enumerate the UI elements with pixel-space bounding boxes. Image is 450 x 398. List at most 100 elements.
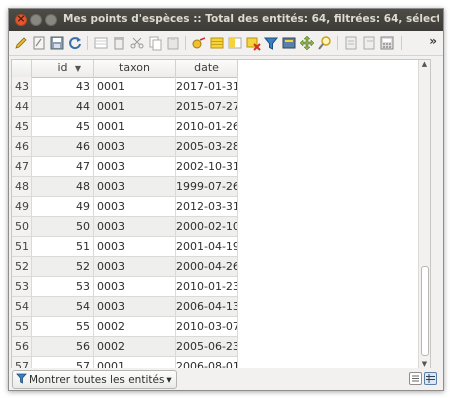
zoom-to-selection-icon[interactable]	[317, 35, 333, 51]
id-cell[interactable]: 50	[32, 217, 94, 237]
row-number-cell[interactable]: 55	[12, 317, 32, 337]
date-cell[interactable]: 2015-07-27	[176, 97, 238, 117]
delete-feature-icon[interactable]	[111, 35, 127, 51]
taxon-cell[interactable]: 0003	[94, 177, 176, 197]
date-cell[interactable]: 2000-02-10	[176, 217, 238, 237]
close-window-button[interactable]	[15, 12, 27, 26]
date-cell[interactable]: 2010-03-07	[176, 317, 238, 337]
row-number-cell[interactable]: 54	[12, 297, 32, 317]
row-number-cell[interactable]: 43	[12, 77, 32, 97]
id-cell[interactable]: 47	[32, 157, 94, 177]
date-cell[interactable]: 2005-06-23	[176, 337, 238, 357]
add-feature-icon[interactable]	[93, 35, 109, 51]
taxon-cell[interactable]: 0002	[94, 317, 176, 337]
header-corner[interactable]	[12, 60, 32, 77]
id-cell[interactable]: 45	[32, 117, 94, 137]
form-view-icon[interactable]	[409, 372, 422, 385]
id-cell[interactable]: 46	[32, 137, 94, 157]
id-cell[interactable]: 53	[32, 277, 94, 297]
toolbar-overflow-button[interactable]: »	[429, 34, 437, 48]
row-number-cell[interactable]: 51	[12, 237, 32, 257]
taxon-cell[interactable]: 0003	[94, 197, 176, 217]
column-header-id[interactable]: id ▼	[32, 60, 94, 77]
maximize-window-button[interactable]	[45, 14, 57, 26]
taxon-cell[interactable]: 0002	[94, 337, 176, 357]
row-number-cell[interactable]: 47	[12, 157, 32, 177]
minimize-window-button[interactable]	[30, 14, 42, 26]
table-row[interactable]: 50 50 0003 2000-02-10	[12, 217, 238, 237]
toggle-edit-icon[interactable]	[31, 35, 47, 51]
select-all-icon[interactable]	[209, 35, 225, 51]
table-row[interactable]: 48 48 0003 1999-07-26	[12, 177, 238, 197]
pan-to-selection-icon[interactable]	[299, 35, 315, 51]
table-row[interactable]: 53 53 0003 2010-01-23	[12, 277, 238, 297]
row-number-cell[interactable]: 45	[12, 117, 32, 137]
column-header-date[interactable]: date	[176, 60, 238, 77]
date-cell[interactable]: 2010-01-23	[176, 277, 238, 297]
row-number-cell[interactable]: 56	[12, 337, 32, 357]
paste-icon[interactable]	[165, 35, 181, 51]
invert-selection-icon[interactable]	[227, 35, 243, 51]
date-cell[interactable]: 2000-04-26	[176, 257, 238, 277]
table-row[interactable]: 52 52 0003 2000-04-26	[12, 257, 238, 277]
date-cell[interactable]: 2005-03-28	[176, 137, 238, 157]
row-number-cell[interactable]: 48	[12, 177, 32, 197]
id-cell[interactable]: 54	[32, 297, 94, 317]
taxon-cell[interactable]: 0001	[94, 97, 176, 117]
taxon-cell[interactable]: 0003	[94, 157, 176, 177]
id-cell[interactable]: 56	[32, 337, 94, 357]
table-row[interactable]: 54 54 0003 2006-04-13	[12, 297, 238, 317]
table-row[interactable]: 47 47 0003 2002-10-31	[12, 157, 238, 177]
table-row[interactable]: 43 43 0001 2017-01-31	[12, 77, 238, 97]
scrollbar-thumb[interactable]	[421, 266, 429, 356]
scroll-down-arrow-icon[interactable]: ▼	[419, 360, 430, 368]
row-number-cell[interactable]: 49	[12, 197, 32, 217]
row-number-cell[interactable]: 53	[12, 277, 32, 297]
taxon-cell[interactable]: 0001	[94, 117, 176, 137]
table-row[interactable]: 51 51 0003 2001-04-19	[12, 237, 238, 257]
copy-icon[interactable]	[147, 35, 163, 51]
id-cell[interactable]: 48	[32, 177, 94, 197]
reload-icon[interactable]	[67, 35, 83, 51]
taxon-cell[interactable]: 0003	[94, 237, 176, 257]
feature-filter-button[interactable]: Montrer toutes les entités ▾	[12, 370, 177, 389]
expression-select-icon[interactable]	[191, 35, 207, 51]
id-cell[interactable]: 55	[32, 317, 94, 337]
id-cell[interactable]: 44	[32, 97, 94, 117]
move-to-top-icon[interactable]	[281, 35, 297, 51]
vertical-scrollbar[interactable]: ▲ ▼	[418, 60, 430, 368]
taxon-cell[interactable]: 0003	[94, 297, 176, 317]
date-cell[interactable]: 1999-07-26	[176, 177, 238, 197]
taxon-cell[interactable]: 0003	[94, 277, 176, 297]
table-row[interactable]: 44 44 0001 2015-07-27	[12, 97, 238, 117]
delete-field-icon[interactable]	[361, 35, 377, 51]
row-number-cell[interactable]: 46	[12, 137, 32, 157]
edit-pencil-icon[interactable]	[13, 35, 29, 51]
id-cell[interactable]: 51	[32, 237, 94, 257]
date-cell[interactable]: 2017-01-31	[176, 77, 238, 97]
new-field-icon[interactable]	[343, 35, 359, 51]
field-calculator-icon[interactable]	[379, 35, 395, 51]
filter-icon[interactable]	[263, 35, 279, 51]
table-row[interactable]: 46 46 0003 2005-03-28	[12, 137, 238, 157]
taxon-cell[interactable]: 0003	[94, 257, 176, 277]
id-cell[interactable]: 43	[32, 77, 94, 97]
table-row[interactable]: 55 55 0002 2010-03-07	[12, 317, 238, 337]
table-row[interactable]: 45 45 0001 2010-01-26	[12, 117, 238, 137]
date-cell[interactable]: 2002-10-31	[176, 157, 238, 177]
column-header-taxon[interactable]: taxon	[94, 60, 176, 77]
scroll-up-arrow-icon[interactable]: ▲	[419, 60, 430, 68]
taxon-cell[interactable]: 0001	[94, 77, 176, 97]
table-row[interactable]: 56 56 0002 2005-06-23	[12, 337, 238, 357]
id-cell[interactable]: 49	[32, 197, 94, 217]
date-cell[interactable]: 2010-01-26	[176, 117, 238, 137]
id-cell[interactable]: 52	[32, 257, 94, 277]
row-number-cell[interactable]: 50	[12, 217, 32, 237]
table-row[interactable]: 49 49 0003 2012-03-31	[12, 197, 238, 217]
date-cell[interactable]: 2001-04-19	[176, 237, 238, 257]
date-cell[interactable]: 2006-04-13	[176, 297, 238, 317]
taxon-cell[interactable]: 0003	[94, 137, 176, 157]
deselect-icon[interactable]	[245, 35, 261, 51]
save-icon[interactable]	[49, 35, 65, 51]
row-number-cell[interactable]: 52	[12, 257, 32, 277]
